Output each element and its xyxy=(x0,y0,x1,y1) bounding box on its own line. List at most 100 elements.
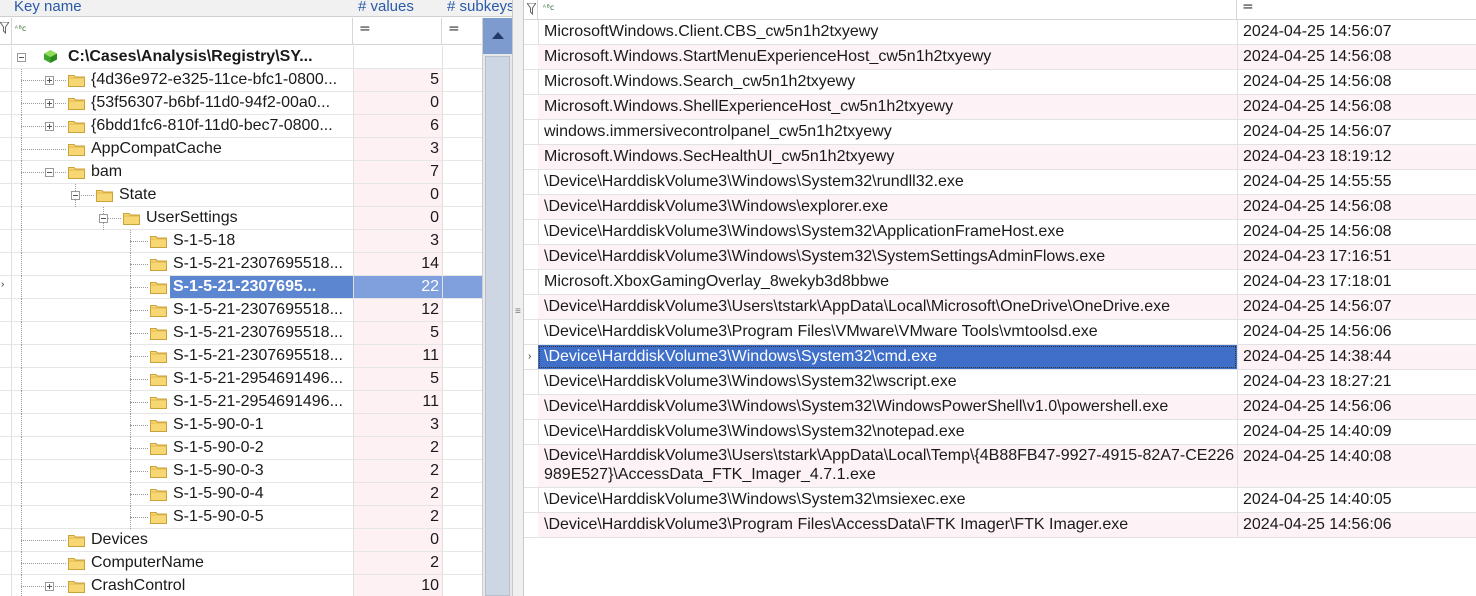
tree-row[interactable]: S-1-5-90-0-1 3 xyxy=(0,414,483,437)
key-name-filter[interactable]: ᴬᴮc xyxy=(12,18,353,45)
value-data-cell[interactable]: \Device\HarddiskVolume3\Windows\System32… xyxy=(538,245,1237,269)
timestamp-cell[interactable]: 2024-04-25 14:56:07 xyxy=(1237,120,1476,144)
timestamp-cell[interactable]: 2024-04-25 14:40:05 xyxy=(1237,488,1476,512)
value-row[interactable]: Microsoft.XboxGamingOverlay_8wekyb3d8bbw… xyxy=(524,270,1476,295)
value-data-cell[interactable]: \Device\HarddiskVolume3\Windows\System32… xyxy=(538,345,1237,369)
tree-row[interactable]: {6bdd1fc6-810f-11d0-bec7-0800... 6 xyxy=(0,115,483,138)
subkeys-filter[interactable]: = xyxy=(442,18,482,45)
timestamp-cell[interactable]: 2024-04-25 14:55:55 xyxy=(1237,170,1476,194)
value-row[interactable]: \Device\HarddiskVolume3\Program Files\Ac… xyxy=(524,513,1476,538)
value-data-cell[interactable]: \Device\HarddiskVolume3\Windows\System32… xyxy=(538,370,1237,394)
tree-row[interactable]: S-1-5-21-2307695518... 5 xyxy=(0,322,483,345)
tree-row[interactable]: S-1-5-90-0-4 2 xyxy=(0,483,483,506)
value-data-cell[interactable]: Microsoft.Windows.StartMenuExperienceHos… xyxy=(538,45,1237,69)
timestamp-cell[interactable]: 2024-04-25 14:56:08 xyxy=(1237,220,1476,244)
expand-node-icon[interactable] xyxy=(45,99,54,108)
column-values[interactable]: # values xyxy=(358,0,414,14)
value-row[interactable]: \Device\HarddiskVolume3\Users\tstark\App… xyxy=(524,445,1476,488)
value-row[interactable]: \Device\HarddiskVolume3\Windows\System32… xyxy=(524,488,1476,513)
value-data-cell[interactable]: \Device\HarddiskVolume3\Windows\explorer… xyxy=(538,195,1237,219)
tree-row[interactable]: {53f56307-b6bf-11d0-94f2-00a0... 0 xyxy=(0,92,483,115)
value-data-cell[interactable]: windows.immersivecontrolpanel_cw5n1h2txy… xyxy=(538,120,1237,144)
collapse-node-icon[interactable] xyxy=(17,53,26,62)
timestamp-cell[interactable]: 2024-04-25 14:38:44 xyxy=(1237,345,1476,369)
tree-row[interactable]: AppCompatCache 3 xyxy=(0,138,483,161)
timestamp-cell[interactable]: 2024-04-25 14:56:08 xyxy=(1237,70,1476,94)
timestamp-cell[interactable]: 2024-04-25 14:56:06 xyxy=(1237,320,1476,344)
collapse-node-icon[interactable] xyxy=(45,168,54,177)
value-data-cell[interactable]: \Device\HarddiskVolume3\Windows\System32… xyxy=(538,220,1237,244)
value-row[interactable]: MicrosoftWindows.Client.CBS_cw5n1h2txyew… xyxy=(524,20,1476,45)
value-data-cell[interactable]: \Device\HarddiskVolume3\Windows\System32… xyxy=(538,170,1237,194)
expand-node-icon[interactable] xyxy=(45,582,54,591)
timestamp-cell[interactable]: 2024-04-23 18:27:21 xyxy=(1237,370,1476,394)
value-data-cell[interactable]: \Device\HarddiskVolume3\Users\tstark\App… xyxy=(538,445,1237,487)
tree-row[interactable]: S-1-5-90-0-2 2 xyxy=(0,437,483,460)
tree-row[interactable]: S-1-5-18 3 xyxy=(0,230,483,253)
value-row[interactable]: windows.immersivecontrolpanel_cw5n1h2txy… xyxy=(524,120,1476,145)
value-row[interactable]: \Device\HarddiskVolume3\Program Files\VM… xyxy=(524,320,1476,345)
value-data-cell[interactable]: \Device\HarddiskVolume3\Users\tstark\App… xyxy=(538,295,1237,319)
tree-row[interactable]: UserSettings 0 xyxy=(0,207,483,230)
tree-row[interactable]: State 0 xyxy=(0,184,483,207)
timestamp-cell[interactable]: 2024-04-23 17:16:51 xyxy=(1237,245,1476,269)
value-row[interactable]: \Device\HarddiskVolume3\Windows\explorer… xyxy=(524,195,1476,220)
value-row[interactable]: \Device\HarddiskVolume3\Windows\System32… xyxy=(524,220,1476,245)
value-row[interactable]: \Device\HarddiskVolume3\Windows\System32… xyxy=(524,395,1476,420)
value-row[interactable]: \Device\HarddiskVolume3\Windows\System32… xyxy=(524,170,1476,195)
timestamp-cell[interactable]: 2024-04-25 14:56:06 xyxy=(1237,513,1476,537)
tree-row[interactable]: S-1-5-21-2307695518... 14 xyxy=(0,253,483,276)
expand-node-icon[interactable] xyxy=(45,76,54,85)
tree-row[interactable]: CrashControl 10 xyxy=(0,575,483,596)
value-data-cell[interactable]: Microsoft.Windows.Search_cw5n1h2txyewy xyxy=(538,70,1237,94)
timestamp-cell[interactable]: 2024-04-23 18:19:12 xyxy=(1237,145,1476,169)
tree-row[interactable]: bam 7 xyxy=(0,161,483,184)
value-row[interactable]: \Device\HarddiskVolume3\Windows\System32… xyxy=(524,370,1476,395)
scroll-up-button[interactable] xyxy=(483,18,512,54)
value-data-cell[interactable]: \Device\HarddiskVolume3\Windows\System32… xyxy=(538,420,1237,444)
value-row[interactable]: Microsoft.Windows.StartMenuExperienceHos… xyxy=(524,45,1476,70)
pane-splitter[interactable]: ≡ xyxy=(512,0,524,596)
value-data-cell[interactable]: \Device\HarddiskVolume3\Windows\System32… xyxy=(538,395,1237,419)
values-filter[interactable]: = xyxy=(353,18,442,45)
expand-node-icon[interactable] xyxy=(45,122,54,131)
column-key-name[interactable]: Key name xyxy=(14,0,82,14)
scroll-thumb[interactable] xyxy=(485,56,510,596)
tree-row[interactable]: S-1-5-21-2307695518... 11 xyxy=(0,345,483,368)
timestamp-cell[interactable]: 2024-04-25 14:56:08 xyxy=(1237,95,1476,119)
tree-row[interactable]: S-1-5-90-0-3 2 xyxy=(0,460,483,483)
column-subkeys[interactable]: # subkeys xyxy=(447,0,512,14)
tree-vertical-scrollbar[interactable] xyxy=(482,18,512,596)
tree-row[interactable]: {4d36e972-e325-11ce-bfc1-0800... 5 xyxy=(0,69,483,92)
timestamp-cell[interactable]: 2024-04-25 14:56:07 xyxy=(1237,295,1476,319)
value-row[interactable]: \Device\HarddiskVolume3\Users\tstark\App… xyxy=(524,295,1476,320)
timestamp-cell[interactable]: 2024-04-25 14:56:07 xyxy=(1237,20,1476,44)
tree-row[interactable]: S-1-5-21-2954691496... 11 xyxy=(0,391,483,414)
value-data-cell[interactable]: \Device\HarddiskVolume3\Windows\System32… xyxy=(538,488,1237,512)
value-data-filter[interactable]: ᴬᴮc xyxy=(538,0,1237,20)
collapse-node-icon[interactable] xyxy=(99,214,108,223)
value-data-cell[interactable]: Microsoft.Windows.ShellExperienceHost_cw… xyxy=(538,95,1237,119)
tree-row[interactable]: Devices 0 xyxy=(0,529,483,552)
tree-row[interactable]: S-1-5-21-2954691496... 5 xyxy=(0,368,483,391)
timestamp-filter[interactable]: = xyxy=(1237,0,1476,20)
value-row[interactable]: Microsoft.Windows.ShellExperienceHost_cw… xyxy=(524,95,1476,120)
value-data-cell[interactable]: MicrosoftWindows.Client.CBS_cw5n1h2txyew… xyxy=(538,20,1237,44)
value-row[interactable]: \Device\HarddiskVolume3\Windows\System32… xyxy=(524,245,1476,270)
value-data-cell[interactable]: \Device\HarddiskVolume3\Program Files\VM… xyxy=(538,320,1237,344)
value-data-cell[interactable]: Microsoft.Windows.SecHealthUI_cw5n1h2txy… xyxy=(538,145,1237,169)
tree-row[interactable]: › S-1-5-21-2307695... 22 xyxy=(0,276,483,299)
value-data-cell[interactable]: \Device\HarddiskVolume3\Program Files\Ac… xyxy=(538,513,1237,537)
tree-row[interactable]: C:\Cases\Analysis\Registry\SY... xyxy=(0,46,483,69)
value-row[interactable]: Microsoft.Windows.Search_cw5n1h2txyewy 20… xyxy=(524,70,1476,95)
value-row[interactable]: Microsoft.Windows.SecHealthUI_cw5n1h2txy… xyxy=(524,145,1476,170)
tree-row[interactable]: S-1-5-90-0-5 2 xyxy=(0,506,483,529)
timestamp-cell[interactable]: 2024-04-23 17:18:01 xyxy=(1237,270,1476,294)
timestamp-cell[interactable]: 2024-04-25 14:56:06 xyxy=(1237,395,1476,419)
value-row[interactable]: › \Device\HarddiskVolume3\Windows\System3… xyxy=(524,345,1476,370)
timestamp-cell[interactable]: 2024-04-25 14:56:08 xyxy=(1237,45,1476,69)
collapse-node-icon[interactable] xyxy=(71,191,80,200)
timestamp-cell[interactable]: 2024-04-25 14:56:08 xyxy=(1237,195,1476,219)
value-data-cell[interactable]: Microsoft.XboxGamingOverlay_8wekyb3d8bbw… xyxy=(538,270,1237,294)
timestamp-cell[interactable]: 2024-04-25 14:40:09 xyxy=(1237,420,1476,444)
